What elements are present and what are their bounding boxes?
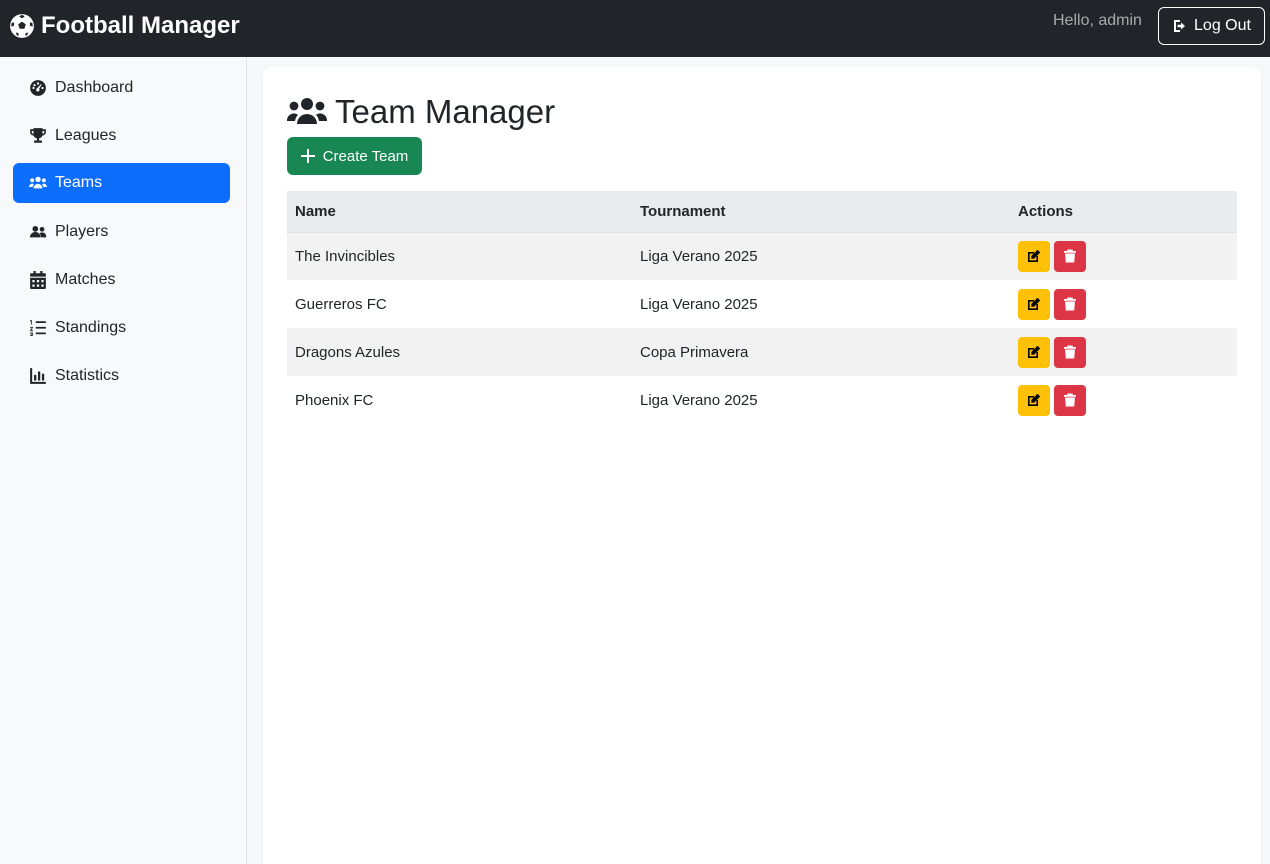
sidebar-item-label: Standings <box>55 319 127 336</box>
users-icon <box>29 176 47 189</box>
table-row: The Invincibles Liga Verano 2025 <box>287 232 1237 280</box>
sidebar-item-label: Matches <box>55 271 116 288</box>
sidebar-item-standings[interactable]: Standings <box>13 308 230 348</box>
ordered-list-icon <box>30 320 46 336</box>
sidebar-item-dashboard[interactable]: Dashboard <box>13 68 230 108</box>
table-row: Dragons Azules Copa Primavera <box>287 328 1237 376</box>
logout-label: Log Out <box>1194 17 1251 34</box>
team-tournament-cell: Copa Primavera <box>632 328 1010 376</box>
edit-team-button[interactable] <box>1018 336 1050 368</box>
sidebar-item-label: Statistics <box>55 367 120 384</box>
edit-icon <box>1028 250 1041 263</box>
create-team-label: Create Team <box>322 147 409 165</box>
edit-icon <box>1028 297 1041 310</box>
user-group-icon <box>29 225 47 238</box>
column-header-actions: Actions <box>1010 191 1237 233</box>
teams-table: Name Tournament Actions The Invincibles … <box>287 191 1237 424</box>
delete-team-button[interactable] <box>1054 336 1086 368</box>
trash-icon <box>1064 345 1076 359</box>
delete-team-button[interactable] <box>1054 240 1086 272</box>
delete-team-button[interactable] <box>1054 384 1086 416</box>
logout-button[interactable]: Log Out <box>1158 7 1265 45</box>
sidebar-item-label: Teams <box>55 174 103 191</box>
actions-cell <box>1010 328 1237 376</box>
actions-cell <box>1010 376 1237 424</box>
actions-cell <box>1010 232 1237 280</box>
dashboard-gauge-icon <box>30 80 46 96</box>
bar-chart-icon <box>30 368 46 384</box>
app-title: Football Manager <box>41 12 240 39</box>
page-title: Team Manager <box>287 93 555 131</box>
column-header-name: Name <box>287 191 632 233</box>
top-navbar: Football Manager Hello, admin Log Out <box>0 0 1270 57</box>
delete-team-button[interactable] <box>1054 288 1086 320</box>
sign-out-icon <box>1174 20 1186 32</box>
sidebar-item-label: Dashboard <box>55 79 134 96</box>
sidebar-item-label: Leagues <box>55 127 117 144</box>
edit-icon <box>1028 393 1041 406</box>
edit-team-button[interactable] <box>1018 288 1050 320</box>
edit-icon <box>1028 345 1041 358</box>
trash-icon <box>1064 297 1076 311</box>
table-row: Guerreros FC Liga Verano 2025 <box>287 280 1237 328</box>
team-name-cell: Guerreros FC <box>295 295 387 313</box>
soccer-ball-icon <box>10 14 34 38</box>
team-tournament-cell: Liga Verano 2025 <box>640 391 758 409</box>
edit-team-button[interactable] <box>1018 240 1050 272</box>
sidebar-item-leagues[interactable]: Leagues <box>13 116 230 156</box>
team-name-cell: Dragons Azules <box>287 328 632 376</box>
users-icon <box>287 98 327 124</box>
actions-cell <box>1010 280 1237 328</box>
plus-icon <box>300 149 315 163</box>
trophy-icon <box>30 128 46 143</box>
table-header-row: Name Tournament Actions <box>287 191 1237 233</box>
sidebar: Dashboard Leagues Teams Players Matches … <box>0 57 247 864</box>
team-tournament-cell: Liga Verano 2025 <box>640 295 758 313</box>
trash-icon <box>1064 393 1076 407</box>
brand[interactable]: Football Manager <box>9 12 240 40</box>
edit-team-button[interactable] <box>1018 384 1050 416</box>
create-team-button[interactable]: Create Team <box>287 137 422 175</box>
column-header-tournament: Tournament <box>632 191 1010 233</box>
sidebar-item-statistics[interactable]: Statistics <box>13 356 230 396</box>
team-name-cell: Phoenix FC <box>295 391 374 409</box>
user-greeting: Hello, admin <box>1053 12 1142 29</box>
calendar-icon <box>30 271 46 289</box>
team-name-cell: The Invincibles <box>287 232 632 280</box>
page-title-text: Team Manager <box>335 93 556 130</box>
sidebar-item-players[interactable]: Players <box>13 212 230 252</box>
sidebar-item-teams[interactable]: Teams <box>13 163 230 203</box>
sidebar-item-label: Players <box>55 223 109 240</box>
table-row: Phoenix FC Liga Verano 2025 <box>287 376 1237 424</box>
sidebar-item-matches[interactable]: Matches <box>13 260 230 300</box>
trash-icon <box>1064 249 1076 263</box>
team-tournament-cell: Liga Verano 2025 <box>632 232 1010 280</box>
main-content: Team Manager Create Team Name Tournament… <box>263 67 1261 864</box>
